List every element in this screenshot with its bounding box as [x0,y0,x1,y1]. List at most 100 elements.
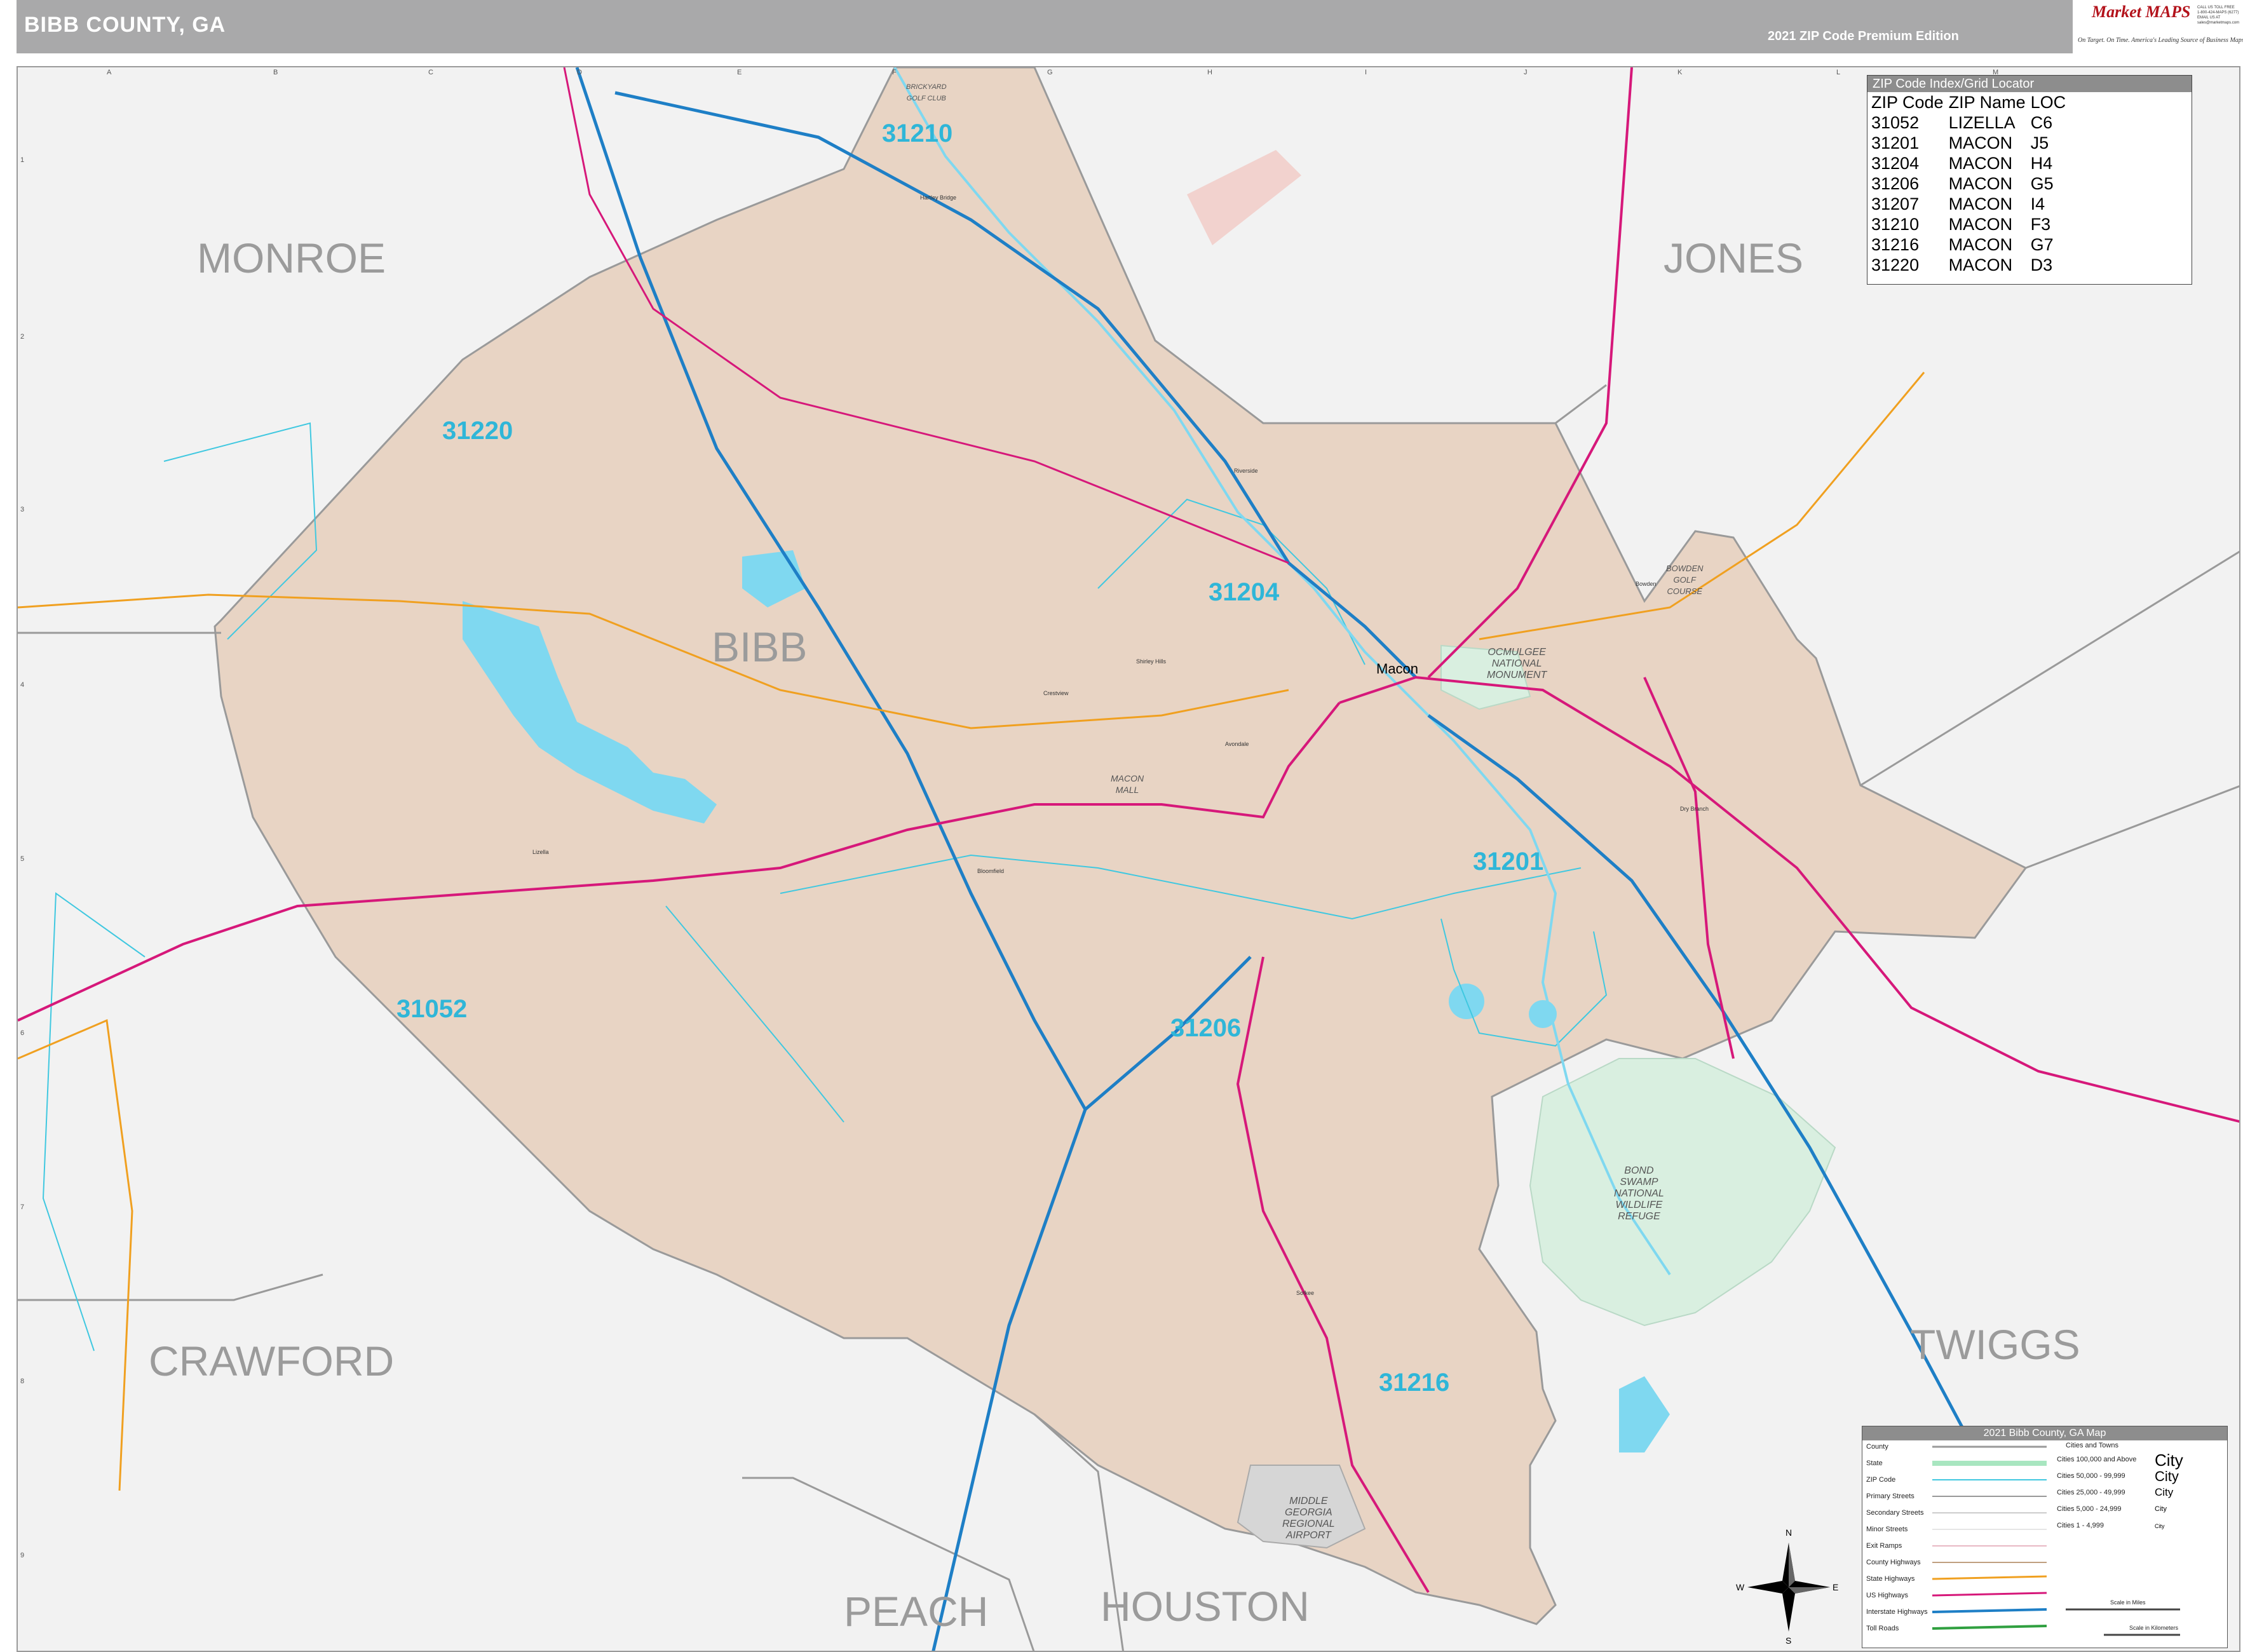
grid-col-g: G [1047,69,1053,76]
top-pink-area [1187,150,1301,245]
edition-label: 2021 ZIP Code Premium Edition [1768,29,1959,43]
legend-scale-km: Scale in Kilometers [2129,1625,2179,1631]
place-label: Shirley Hills [1136,658,1167,665]
loc-cell: D3 [2030,255,2053,274]
county-label-crawford: CRAWFORD [149,1337,395,1385]
zip-name-cell: MACON [1948,235,2013,254]
place-label: Dry Branch [1680,806,1709,812]
legend-city-sample: City [2155,1468,2179,1484]
market-maps-logo: Market MAPS On Target. On Time. America'… [2073,0,2243,53]
grid-col-l: L [1836,69,1841,76]
grid-row-9: 9 [20,1552,25,1559]
legend-city-sample: City [2155,1523,2165,1529]
legend-city-range: Cities 100,000 and Above [2057,1456,2137,1463]
loc-cell: C6 [2030,113,2053,132]
grid-col-b: B [273,69,278,76]
grid-row-6: 6 [20,1029,25,1037]
table-row: 31216 MACON G7 [1869,234,2068,255]
grid-row-4: 4 [20,681,25,689]
compass-rose: N S E W [1736,1527,1839,1646]
legend-item: Primary Streets [1866,1493,1914,1500]
zip-index-heading: ZIP Code Index/Grid Locator [1867,76,2192,92]
zip-name-cell: MACON [1948,154,2013,173]
grid-col-e: E [737,69,742,76]
park-label-brickyard: BRICKYARD GOLF CLUB [906,83,947,102]
legend-item: State [1866,1459,1883,1467]
grid-col-c: C [428,69,433,76]
park-label-bowden: BOWDEN GOLF COURSE [1666,564,1704,596]
place-label: Sofkee [1296,1290,1315,1296]
loc-cell: G5 [2030,174,2054,193]
county-label-bibb: BIBB [712,623,808,670]
county-label-monroe: MONROE [197,234,386,281]
grid-row-5: 5 [20,855,25,863]
loc-cell: F3 [2030,215,2051,234]
logo-contact: CALL US TOLL FREE 1-800-424-MAPS (6277) … [2197,6,2240,25]
zip-label-31201: 31201 [1473,848,1544,876]
county-label-peach: PEACH [844,1588,989,1635]
legend-cities-heading: Cities and Towns [2066,1442,2118,1449]
legend-item: County [1866,1443,1888,1451]
zip-label-31220: 31220 [442,417,513,445]
legend-city-sample: City [2155,1451,2183,1470]
zip-name-cell: MACON [1948,194,2013,213]
loc-cell: I4 [2030,194,2045,213]
grid-col-i: I [1365,69,1367,76]
map-title: BIBB COUNTY, GA [24,13,226,37]
compass-n: N [1786,1527,1792,1538]
county-label-jones: JONES [1664,234,1804,281]
zip-label-31206: 31206 [1170,1014,1242,1042]
legend-city-range: Cities 1 - 4,999 [2057,1522,2104,1529]
zip-cell: 31204 [1871,154,1920,173]
park-label-bond-swamp: BOND SWAMP NATIONAL WILDLIFE REFUGE [1614,1165,1664,1222]
zip-cell: 31207 [1871,194,1920,213]
loc-cell: J5 [2030,133,2049,152]
legend-city-range: Cities 5,000 - 24,999 [2057,1505,2122,1513]
compass-w: W [1736,1582,1745,1592]
city-label-macon: Macon [1376,661,1419,677]
grid-row-8: 8 [20,1378,25,1385]
legend-item: County Highways [1866,1559,1921,1566]
compass-e: E [1833,1582,1839,1592]
zip-index-col-zip: ZIP Code [1871,93,1944,112]
park-label-airport: MIDDLE GEORGIA REGIONAL AIRPORT [1282,1496,1335,1541]
legend-city-range: Cities 25,000 - 49,999 [2057,1489,2125,1496]
legend-item: State Highways [1866,1575,1915,1583]
place-label: Crestview [1043,690,1069,696]
legend-scale-miles: Scale in Miles [2110,1599,2146,1606]
legend-item: Toll Roads [1866,1625,1899,1632]
zip-index-header-row: ZIP Code ZIP Name LOC [1869,92,2068,112]
compass-s: S [1786,1635,1792,1646]
lake-east [1619,1376,1670,1452]
legend-item: Secondary Streets [1866,1509,1924,1517]
logo-brand: Market MAPS [2092,3,2191,21]
grid-col-j: J [1524,69,1528,76]
table-row: 31220 MACON D3 [1869,255,2068,275]
park-label-ocmulgee: OCMULGEE NATIONAL MONUMENT [1487,647,1547,680]
legend-item: ZIP Code [1866,1476,1896,1484]
place-label: Lizella [532,849,549,855]
legend-item: Interstate Highways [1866,1608,1928,1616]
legend-city-sample: City [2155,1505,2167,1513]
zip-cell: 31216 [1871,235,1920,254]
zip-cell: 31201 [1871,133,1920,152]
map-legend: 2021 Bibb County, GA Map County State ZI… [1862,1426,2228,1648]
legend-item: Minor Streets [1866,1526,1908,1533]
table-row: 31204 MACON H4 [1869,153,2068,173]
zip-cell: 31220 [1871,255,1920,274]
legend-item: Exit Ramps [1866,1542,1902,1550]
park-label-macon-mall: MACON MALL [1111,773,1144,795]
zip-name-cell: MACON [1948,215,2013,234]
place-label: Hartley Bridge [920,194,957,201]
state-highway-3 [18,1019,133,1491]
map-canvas[interactable]: A B C D E F G H I J K L M 1 2 3 4 5 6 7 … [17,66,2240,1652]
grid-col-h: H [1207,69,1212,76]
grid-col-k: K [1677,69,1683,76]
table-row: 31201 MACON J5 [1869,133,2068,153]
table-row: 31207 MACON I4 [1869,194,2068,214]
county-line-east [1860,550,2239,787]
legend-city-sample: City [2155,1486,2174,1498]
zip-label-31204: 31204 [1209,578,1280,606]
grid-row-7: 7 [20,1203,25,1211]
zip-label-31216: 31216 [1379,1369,1450,1397]
